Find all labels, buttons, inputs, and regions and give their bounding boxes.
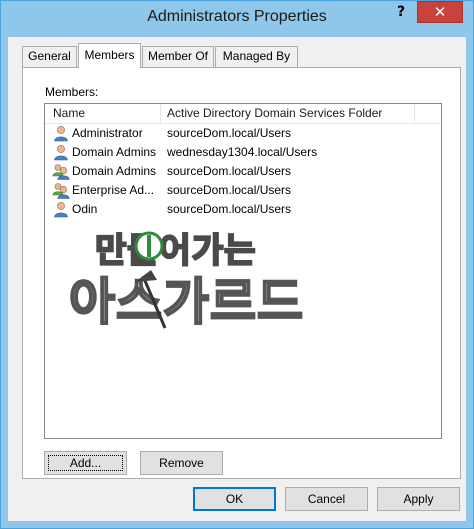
member-name: Domain Admins [72, 145, 157, 159]
list-item[interactable]: Domain Admins sourceDom.local/Users [45, 162, 441, 181]
list-header: Name Active Directory Domain Services Fo… [45, 104, 441, 124]
column-divider[interactable] [414, 104, 415, 123]
user-icon [54, 145, 68, 161]
members-tab-panel: Members: Name Active Directory Domain Se… [22, 67, 461, 479]
member-name: Enterprise Ad... [72, 183, 155, 197]
remove-button[interactable]: Remove [140, 451, 223, 475]
svg-text:아스가르드: 아스가르드 [69, 273, 304, 331]
svg-text:만들어가는: 만들어가는 [95, 231, 256, 271]
member-folder: sourceDom.local/Users [167, 126, 292, 140]
member-folder: sourceDom.local/Users [167, 164, 292, 178]
title-bar[interactable]: Administrators Properties ? ✕ [1, 1, 473, 37]
apply-button-label: Apply [403, 492, 434, 506]
column-divider[interactable] [160, 104, 161, 123]
cancel-button-label: Cancel [307, 492, 346, 506]
tab-members[interactable]: Members [78, 43, 141, 68]
member-folder: sourceDom.local/Users [167, 183, 292, 197]
list-item[interactable]: Odin sourceDom.local/Users [45, 200, 441, 219]
column-header-folder[interactable]: Active Directory Domain Services Folder [167, 104, 382, 123]
remove-button-label: Remove [159, 456, 204, 470]
tab-member-of[interactable]: Member Of [142, 46, 214, 67]
user-icon [54, 126, 68, 142]
members-label: Members: [45, 85, 99, 99]
column-header-name[interactable]: Name [53, 104, 85, 123]
members-list[interactable]: Name Active Directory Domain Services Fo… [44, 103, 442, 439]
focus-rectangle [48, 455, 123, 471]
tab-managed-by[interactable]: Managed By [215, 46, 298, 67]
member-name: Odin [72, 202, 98, 216]
tab-general[interactable]: General [22, 46, 77, 67]
list-item[interactable]: Administrator sourceDom.local/Users [45, 124, 441, 143]
member-folder: sourceDom.local/Users [167, 202, 292, 216]
help-button[interactable]: ? [386, 1, 416, 23]
list-item[interactable]: Enterprise Ad... sourceDom.local/Users [45, 181, 441, 200]
group-icon [52, 164, 70, 180]
dialog-client-area: General Members Member Of Managed By Mem… [8, 37, 466, 521]
group-icon [52, 183, 70, 199]
close-button[interactable]: ✕ [417, 1, 463, 23]
user-icon [54, 202, 68, 218]
member-folder: wednesday1304.local/Users [167, 145, 318, 159]
add-button[interactable]: Add... [44, 451, 127, 475]
list-item[interactable]: Domain Admins wednesday1304.local/Users [45, 143, 441, 162]
apply-button[interactable]: Apply [377, 487, 460, 511]
ok-button[interactable]: OK [193, 487, 276, 511]
ok-button-label: OK [225, 492, 244, 506]
watermark-logo: 만들어가는 아스가르드 [68, 230, 304, 332]
member-name: Administrator [72, 126, 143, 140]
properties-dialog: Administrators Properties ? ✕ General Me… [0, 0, 474, 529]
member-name: Domain Admins [72, 164, 157, 178]
cancel-button[interactable]: Cancel [285, 487, 368, 511]
